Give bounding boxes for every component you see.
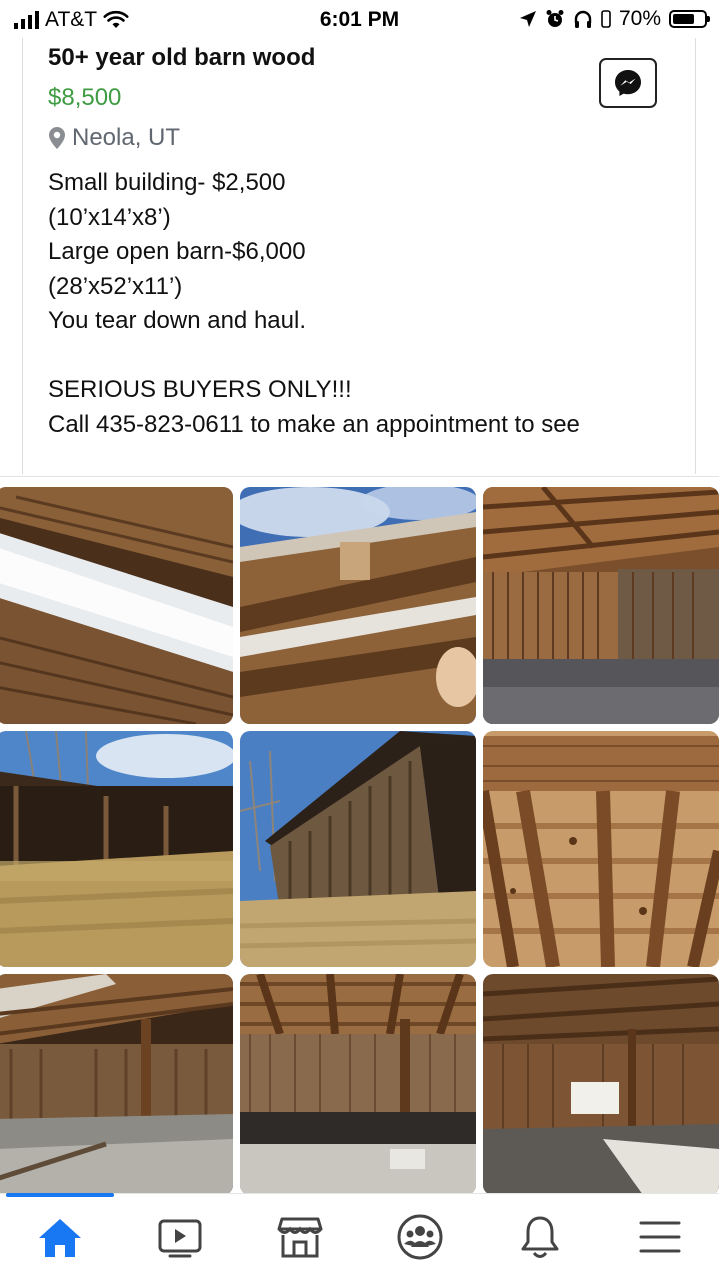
home-icon [39, 1219, 81, 1257]
tab-home[interactable] [30, 1212, 90, 1262]
listing-title: 50+ year old barn wood [48, 44, 316, 71]
listing-photo-8[interactable] [240, 974, 476, 1195]
bottom-tab-bar [0, 1193, 719, 1280]
map-pin-icon [49, 127, 65, 149]
listing-photo-4[interactable] [0, 731, 233, 967]
listing-photo-7[interactable] [0, 974, 233, 1195]
tab-menu[interactable] [630, 1212, 690, 1262]
location-text: Neola, UT [72, 124, 181, 151]
listing-price: $8,500 [48, 84, 122, 111]
messenger-icon [615, 70, 641, 96]
messenger-button[interactable] [599, 58, 657, 108]
battery-icon [669, 10, 710, 28]
video-icon [158, 1219, 202, 1258]
listing-photo-5[interactable] [240, 731, 476, 967]
headphones-icon [574, 10, 592, 28]
listing-photo-9[interactable] [483, 974, 719, 1195]
orientation-lock-icon [601, 10, 611, 28]
tab-marketplace[interactable] [270, 1212, 330, 1262]
menu-icon [639, 1221, 681, 1253]
listing-photo-6[interactable] [483, 731, 719, 967]
listing-photo-1[interactable] [0, 487, 233, 724]
battery-percent: 70% [618, 7, 661, 30]
listing-description: Small building- $2,500 (10’x14’x8’) Larg… [48, 169, 580, 438]
tab-groups[interactable] [390, 1212, 450, 1262]
alarm-icon [546, 10, 564, 27]
location-arrow-icon [519, 11, 536, 27]
divider [0, 476, 719, 477]
tab-watch[interactable] [150, 1212, 210, 1262]
photo-grid [0, 487, 719, 1195]
status-right: 70% [519, 7, 710, 31]
marketplace-icon [277, 1217, 323, 1258]
listing-location[interactable]: Neola, UT [48, 124, 180, 152]
listing-card: 50+ year old barn wood $8,500 Neola, UT … [22, 38, 696, 474]
tab-notifications[interactable] [510, 1212, 570, 1262]
status-bar: AT&T 6:01 PM 70% [0, 0, 719, 40]
listing-photo-2[interactable] [240, 487, 476, 724]
listing-photo-3[interactable] [483, 487, 719, 724]
bell-icon [521, 1216, 559, 1258]
active-tab-indicator [6, 1193, 114, 1197]
groups-icon [397, 1214, 443, 1260]
